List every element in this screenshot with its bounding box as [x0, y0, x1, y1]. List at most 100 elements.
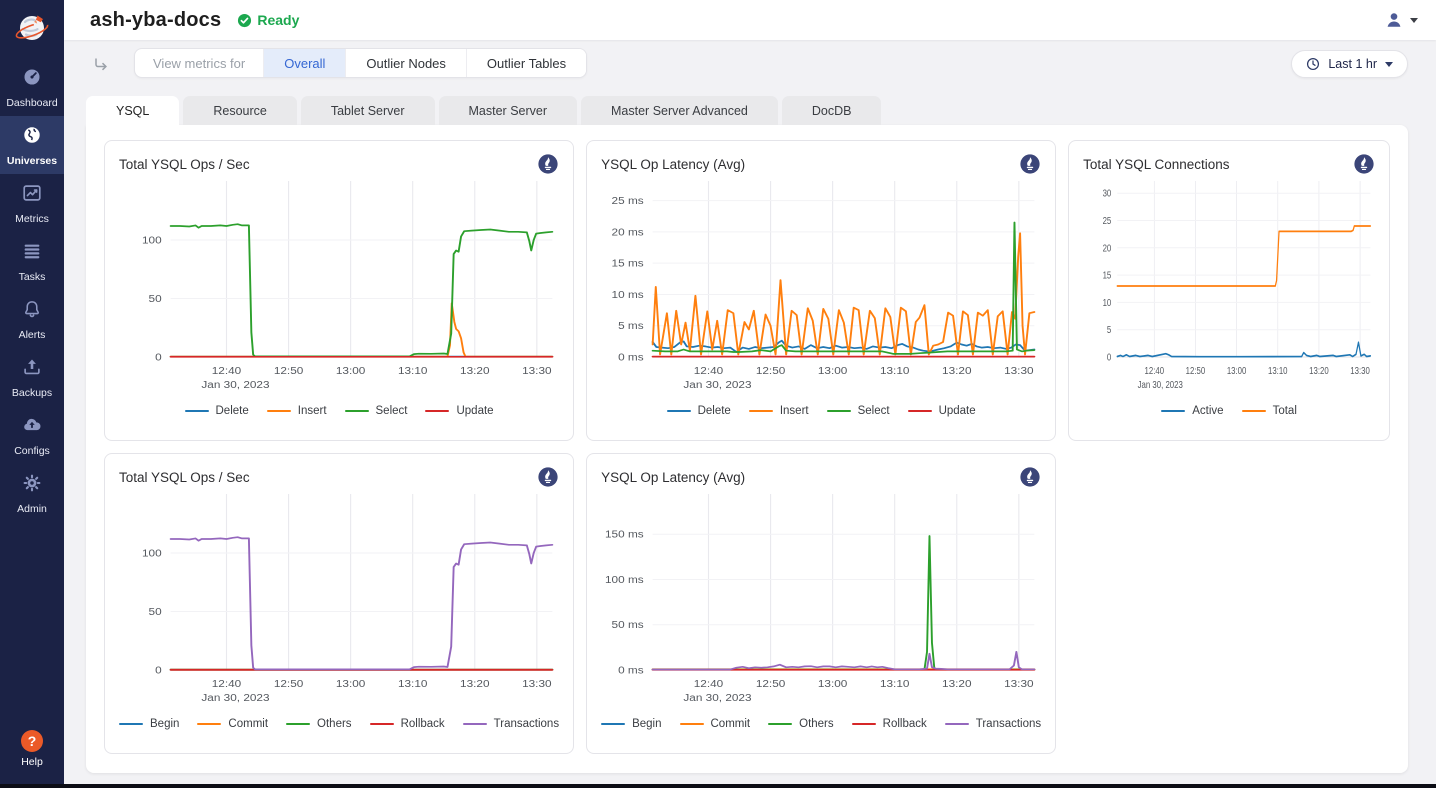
tab-master-server[interactable]: Master Server: [439, 96, 578, 125]
legend-item-update[interactable]: Update: [908, 405, 976, 417]
help-label: Help: [21, 756, 43, 768]
svg-text:50: 50: [149, 607, 162, 618]
user-menu[interactable]: [1384, 10, 1418, 30]
legend-item-insert[interactable]: Insert: [749, 405, 809, 417]
legend-label: Insert: [298, 405, 327, 417]
legend-item-commit[interactable]: Commit: [680, 718, 751, 730]
legend-swatch: [286, 723, 310, 726]
chart-plot: 0 ms5 ms10 ms15 ms20 ms25 ms12:40Jan 30,…: [601, 175, 1041, 397]
svg-text:13:10: 13:10: [880, 679, 909, 690]
sidebar-item-tasks[interactable]: Tasks: [0, 232, 64, 290]
chart-header: Total YSQL Connections: [1083, 153, 1375, 175]
legend-label: Insert: [780, 405, 809, 417]
sidebar-item-help[interactable]: ? Help: [0, 716, 64, 782]
legend-item-update[interactable]: Update: [425, 405, 493, 417]
legend-item-commit[interactable]: Commit: [197, 718, 268, 730]
svg-text:Jan 30, 2023: Jan 30, 2023: [1138, 379, 1183, 390]
svg-text:10: 10: [1103, 297, 1112, 308]
legend-item-delete[interactable]: Delete: [185, 405, 249, 417]
chart-card-4: YSQL Op Latency (Avg) 0 ms50 ms100 ms150…: [586, 453, 1056, 754]
svg-text:0: 0: [155, 665, 162, 676]
tab-content-panel: Total YSQL Ops / Sec 05010012:40Jan 30, …: [86, 125, 1408, 773]
svg-text:13:20: 13:20: [942, 679, 971, 690]
legend-item-total[interactable]: Total: [1242, 405, 1297, 417]
legend-item-transactions[interactable]: Transactions: [945, 718, 1041, 730]
window-bottom-edge: [0, 784, 1436, 788]
legend-item-others[interactable]: Others: [286, 718, 352, 730]
legend-swatch: [1242, 410, 1266, 413]
sidebar-item-admin[interactable]: Admin: [0, 464, 64, 522]
chart-title: Total YSQL Ops / Sec: [119, 470, 250, 485]
svg-text:12:40: 12:40: [694, 366, 723, 377]
prometheus-icon[interactable]: [1019, 153, 1041, 175]
prometheus-icon[interactable]: [537, 153, 559, 175]
yugabyte-logo-icon: [12, 9, 52, 49]
legend-item-delete[interactable]: Delete: [667, 405, 731, 417]
tab-resource[interactable]: Resource: [183, 96, 297, 125]
tab-docdb[interactable]: DocDB: [782, 96, 882, 125]
legend-item-begin[interactable]: Begin: [119, 718, 179, 730]
tab-master-server-advanced[interactable]: Master Server Advanced: [581, 96, 778, 125]
svg-text:10 ms: 10 ms: [612, 289, 645, 300]
chart-plot: 0 ms50 ms100 ms150 ms12:40Jan 30, 202312…: [601, 488, 1041, 710]
legend-item-rollback[interactable]: Rollback: [370, 718, 445, 730]
chevron-down-icon: [1385, 62, 1393, 67]
time-range-button[interactable]: Last 1 hr: [1291, 50, 1408, 78]
legend-item-select[interactable]: Select: [827, 405, 890, 417]
legend-label: Select: [858, 405, 890, 417]
prometheus-icon[interactable]: [1019, 466, 1041, 488]
app-root: Dashboard Universes Metrics Tasks Alerts…: [0, 0, 1436, 788]
svg-text:13:10: 13:10: [880, 366, 909, 377]
sidebar-item-dashboard[interactable]: Dashboard: [0, 58, 64, 116]
legend-label: Delete: [698, 405, 731, 417]
legend-item-insert[interactable]: Insert: [267, 405, 327, 417]
sidebar-item-universes[interactable]: Universes: [0, 116, 64, 174]
svg-text:Jan 30, 2023: Jan 30, 2023: [683, 693, 751, 704]
legend-swatch: [667, 410, 691, 413]
prometheus-icon[interactable]: [1353, 153, 1375, 175]
sidebar-item-configs[interactable]: Configs: [0, 406, 64, 464]
svg-text:Jan 30, 2023: Jan 30, 2023: [201, 380, 269, 391]
legend-item-select[interactable]: Select: [345, 405, 408, 417]
svg-text:13:30: 13:30: [1004, 366, 1033, 377]
svg-text:12:40: 12:40: [212, 679, 241, 690]
svg-text:13:20: 13:20: [460, 679, 489, 690]
legend-swatch: [749, 410, 773, 413]
app-logo[interactable]: [0, 0, 64, 58]
legend-item-rollback[interactable]: Rollback: [852, 718, 927, 730]
alerts-icon: [21, 298, 43, 325]
scope-outlier-tables[interactable]: Outlier Tables: [466, 49, 586, 77]
svg-text:13:20: 13:20: [942, 366, 971, 377]
metric-tabs: YSQLResourceTablet ServerMaster ServerMa…: [86, 96, 1408, 125]
chart-legend: Begin Commit Others Rollback Transactions: [601, 712, 1041, 736]
legend-label: Active: [1192, 405, 1223, 417]
legend-label: Commit: [711, 718, 751, 730]
legend-swatch: [852, 723, 876, 726]
scope-outlier-nodes[interactable]: Outlier Nodes: [345, 49, 465, 77]
legend-item-transactions[interactable]: Transactions: [463, 718, 559, 730]
legend-swatch: [908, 410, 932, 413]
svg-text:12:40: 12:40: [212, 366, 241, 377]
legend-swatch: [345, 410, 369, 413]
dashboard-icon: [21, 66, 43, 93]
svg-text:13:10: 13:10: [1268, 365, 1288, 376]
svg-text:13:00: 13:00: [1227, 365, 1247, 376]
sidebar-item-alerts[interactable]: Alerts: [0, 290, 64, 348]
tab-ysql[interactable]: YSQL: [86, 96, 179, 125]
chart-legend: Begin Commit Others Rollback Transactions: [119, 712, 559, 736]
legend-item-others[interactable]: Others: [768, 718, 834, 730]
chart-card-0: Total YSQL Ops / Sec 05010012:40Jan 30, …: [104, 140, 574, 441]
prometheus-icon[interactable]: [537, 466, 559, 488]
svg-text:13:20: 13:20: [1309, 365, 1329, 376]
tab-tablet-server[interactable]: Tablet Server: [301, 96, 435, 125]
sidebar-item-metrics[interactable]: Metrics: [0, 174, 64, 232]
legend-swatch: [680, 723, 704, 726]
sidebar-item-backups[interactable]: Backups: [0, 348, 64, 406]
legend-item-active[interactable]: Active: [1161, 405, 1223, 417]
legend-item-begin[interactable]: Begin: [601, 718, 661, 730]
chart-plot: 05010012:40Jan 30, 202312:5013:0013:1013…: [119, 488, 559, 710]
backups-icon: [21, 356, 43, 383]
scope-overall[interactable]: Overall: [263, 49, 345, 77]
svg-text:0 ms: 0 ms: [618, 352, 644, 363]
legend-swatch: [425, 410, 449, 413]
